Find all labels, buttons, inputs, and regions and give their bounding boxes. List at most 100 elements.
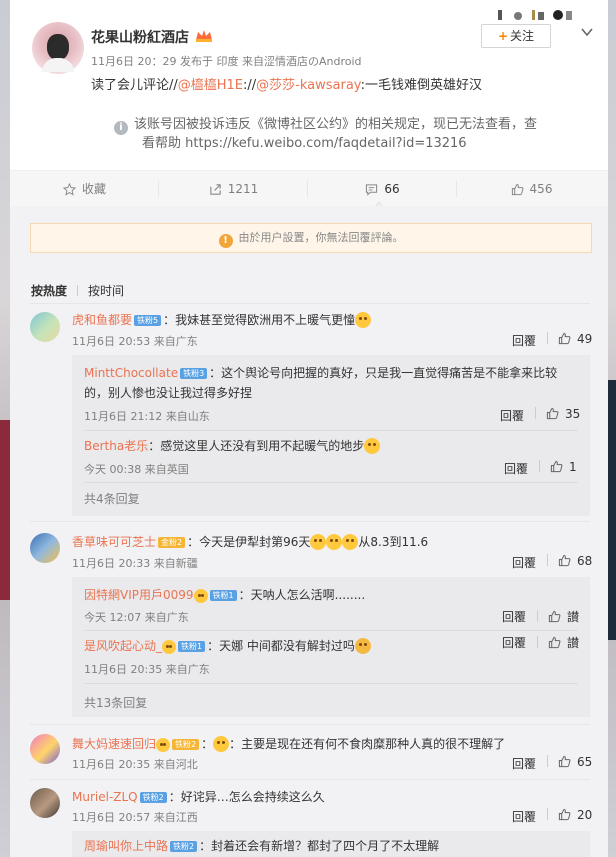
reply-button[interactable]: 回覆	[512, 554, 536, 571]
commenter-name[interactable]: 虎和鱼都要	[72, 313, 132, 327]
sub-reply-divider	[84, 683, 578, 684]
fan-level-badge: 铁粉3	[180, 368, 208, 379]
sub-commenter-name[interactable]: 周瑜叫你上中路	[84, 839, 168, 853]
comment-body: ：今天是伊犁封第96天	[187, 535, 311, 549]
more-replies-link[interactable]: 共13条回复	[84, 694, 147, 711]
commenter-avatar[interactable]	[30, 788, 60, 818]
comment-body-suffix: 从8.3到11.6	[358, 535, 429, 549]
crying-emoji-icon	[342, 534, 359, 550]
comments-panel: ! 由於用户設置，你無法回覆評論。 按热度 按时间 虎和鱼都要 铁粉5 ：我妹甚至觉得欧…	[10, 206, 608, 857]
heart-emoji-icon	[193, 589, 208, 603]
reply-button[interactable]: 回覆	[502, 634, 526, 651]
author-avatar[interactable]	[32, 22, 84, 74]
plus-icon: +	[497, 29, 509, 43]
comment-text: Muriel-ZLQ 铁粉2 ：好诧异…怎么会持续这么久	[72, 788, 325, 805]
comment-like-button[interactable]: 20	[547, 808, 592, 822]
comment-like-button[interactable]: 讃	[537, 634, 579, 651]
reply-disabled-banner: ! 由於用户設置，你無法回覆評論。	[30, 223, 592, 253]
repost-count: 1211	[227, 182, 259, 196]
collect-button[interactable]: 收藏	[10, 171, 159, 207]
like-separator	[547, 332, 548, 344]
reply-button[interactable]: 回覆	[500, 407, 524, 424]
comment-divider	[30, 521, 590, 522]
sub-reply-body: ：天呐人怎么活啊........	[238, 588, 366, 602]
more-replies-link[interactable]: 共4条回复	[84, 490, 140, 507]
sub-commenter-name[interactable]: Bertha老乐	[84, 439, 148, 453]
sub-commenter-name[interactable]: 因特網VIP用戶0099	[84, 588, 194, 602]
post-section: 花果山粉紅酒店 11月6日 20：29 发布于 印度 来自涩情酒店のAndroi…	[10, 0, 608, 165]
fan-level-badge: 铁粉1	[209, 590, 237, 601]
chevron-down-icon[interactable]	[580, 25, 594, 39]
vip-crown-icon	[196, 30, 212, 42]
sub-reply-divider	[84, 430, 578, 431]
comment-like-count: 68	[577, 554, 593, 568]
sub-reply-body: ：封着还会有新增？都封了四个月了不太理解	[199, 839, 440, 853]
sub-reply-text: Bertha老乐：感觉这里人还没有到用不起暖气的地步	[84, 436, 381, 456]
comment-like-count: 65	[577, 755, 593, 769]
reply-button[interactable]: 回覆	[502, 608, 526, 625]
mention-link[interactable]: @莎莎-kawsaray	[256, 78, 360, 93]
content-suffix: :一毛钱难倒英雄好汉	[360, 78, 482, 93]
warning-icon: !	[218, 234, 233, 248]
comment-like-button[interactable]: 68	[547, 554, 592, 568]
mention-link[interactable]: @橀橀H1E	[178, 78, 243, 93]
banner-text: 由於用户設置，你無法回覆評論。	[238, 231, 404, 244]
avatar-body	[42, 58, 74, 72]
commenter-avatar[interactable]	[30, 533, 60, 563]
sort-by-time-tab[interactable]: 按时间	[88, 284, 124, 298]
comment-like-button[interactable]: 讃	[537, 608, 579, 625]
reply-button[interactable]: 回覆	[512, 332, 536, 349]
follow-button[interactable]: + 关注	[481, 24, 551, 48]
fan-level-badge: 铁粉2	[139, 792, 167, 803]
sub-reply-body-continued: 的，别人惨也没让我过得多好捏	[84, 386, 253, 400]
sub-reply-meta: 今天 12:07 来自广东	[84, 611, 189, 624]
sub-reply-text: 周瑜叫你上中路 铁粉2 ：封着还会有新增？都封了四个月了不太理解	[84, 836, 439, 856]
thumbs-up-icon	[548, 610, 561, 623]
sweat-emoji-icon	[213, 736, 230, 752]
comment-like-button[interactable]: 65	[547, 755, 592, 769]
comment-divider	[30, 724, 590, 725]
commenter-avatar[interactable]	[30, 312, 60, 342]
commenter-avatar[interactable]	[30, 734, 60, 764]
comment-button[interactable]: 66	[308, 171, 457, 208]
comment-like-button[interactable]: 1	[539, 460, 577, 474]
comment-divider	[30, 779, 590, 780]
sub-commenter-name[interactable]: 是风吹起心动_	[84, 639, 162, 653]
like-separator	[537, 610, 538, 622]
reply-button[interactable]: 回覆	[512, 755, 536, 772]
comment-body: ：好诧异…怎么会持续这么久	[168, 790, 325, 804]
commenter-name[interactable]: 舞大妈速速回归	[72, 737, 156, 751]
follow-label: 关注	[510, 29, 535, 43]
commenter-name[interactable]: 香草味可可芝士	[72, 535, 156, 549]
commenter-name[interactable]: Muriel-ZLQ	[72, 790, 138, 804]
notice-text-1: 该账号因被投诉违反《微博社区公约》的相关规定，现已无法查看，查	[134, 117, 538, 132]
sub-replies-box: MinttChocollate 铁粉3 ：这个舆论号向把握的真好，只是我一直觉得痛苦…	[72, 355, 590, 516]
comment-like-text: 讃	[567, 636, 580, 650]
author-name[interactable]: 花果山粉紅酒店	[91, 27, 189, 47]
post-actions-bar: 收藏 1211 66 456	[10, 170, 608, 208]
comment-like-button[interactable]: 49	[547, 332, 592, 346]
comment-sort-tabs: 按热度 按时间	[31, 282, 124, 299]
repost-button[interactable]: 1211	[159, 171, 308, 207]
like-button[interactable]: 456	[457, 171, 606, 207]
comment-like-button[interactable]: 35	[535, 407, 580, 421]
sub-reply-meta: 11月6日 21:12 来自山东	[84, 410, 210, 423]
sort-by-hot-tab[interactable]: 按热度	[31, 284, 67, 298]
sub-commenter-name[interactable]: MinttChocollate	[84, 366, 178, 380]
comment-like-count: 1	[569, 460, 577, 474]
thumbs-up-icon	[558, 554, 571, 567]
reply-button[interactable]: 回覆	[512, 808, 536, 825]
like-separator	[539, 460, 540, 472]
like-separator	[547, 554, 548, 566]
sub-reply-meta: 11月6日 20:35 来自广东	[84, 663, 210, 676]
like-separator	[547, 808, 548, 820]
comment-like-count: 35	[565, 407, 581, 421]
sub-replies-box: 周瑜叫你上中路 铁粉2 ：封着还会有新增？都封了四个月了不太理解	[72, 831, 590, 857]
fan-level-badge: 铁粉2	[172, 739, 200, 750]
comment-text: 虎和鱼都要 铁粉5 ：我妹甚至觉得欧洲用不上暖气更憧	[72, 311, 372, 328]
sub-replies-box: 因特網VIP用戶0099 铁粉1 ：天呐人怎么活啊........ 今天 12:07…	[72, 577, 590, 717]
notice-line-2[interactable]: 看帮助 https://kefu.weibo.com/faqdetail?id=…	[114, 135, 584, 153]
fan-level-badge: 铁粉1	[178, 641, 206, 652]
reply-button[interactable]: 回覆	[504, 460, 528, 477]
thumbs-up-icon	[550, 460, 563, 473]
